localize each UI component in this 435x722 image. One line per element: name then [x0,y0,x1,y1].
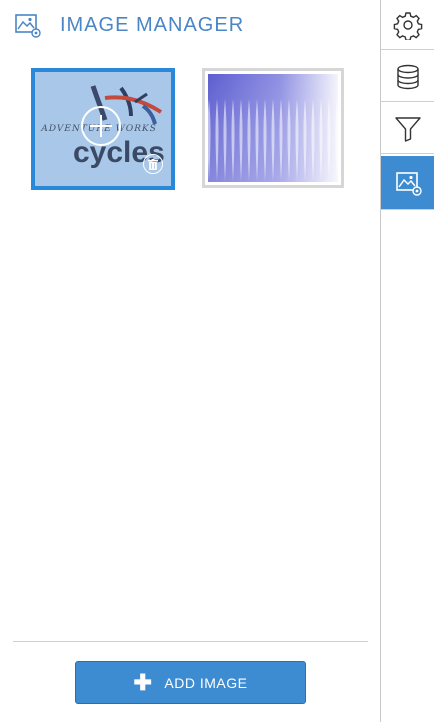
toolbar-image-manager-button[interactable] [381,156,434,210]
panel-header: IMAGE MANAGER [14,10,244,40]
footer-divider [13,641,368,642]
plus-circle-icon[interactable] [81,106,121,146]
gradient-pattern-image [208,74,338,182]
toolbar-settings-button[interactable] [381,0,434,50]
toolbar-filter-button[interactable] [381,104,434,154]
toolbar-data-button[interactable] [381,52,434,102]
page-title: IMAGE MANAGER [60,13,245,36]
plus-icon: ✚ [133,669,153,695]
gear-icon [393,11,422,40]
add-image-button[interactable]: ✚ ADD IMAGE [75,661,306,704]
add-image-label: ADD IMAGE [164,674,248,691]
trash-icon[interactable] [143,154,163,174]
image-settings-icon [15,14,41,38]
image-thumbnail-1[interactable]: ADVENTURE WORKS cycles [31,68,175,190]
right-toolbar [381,0,435,722]
filter-icon [394,116,421,142]
image-settings-icon [395,171,422,196]
database-icon [396,64,419,89]
image-thumbnail-2[interactable] [202,68,344,188]
image-manager-panel: IMAGE MANAGER ADVENTURE WORKS cycles ✚ A… [0,0,381,722]
